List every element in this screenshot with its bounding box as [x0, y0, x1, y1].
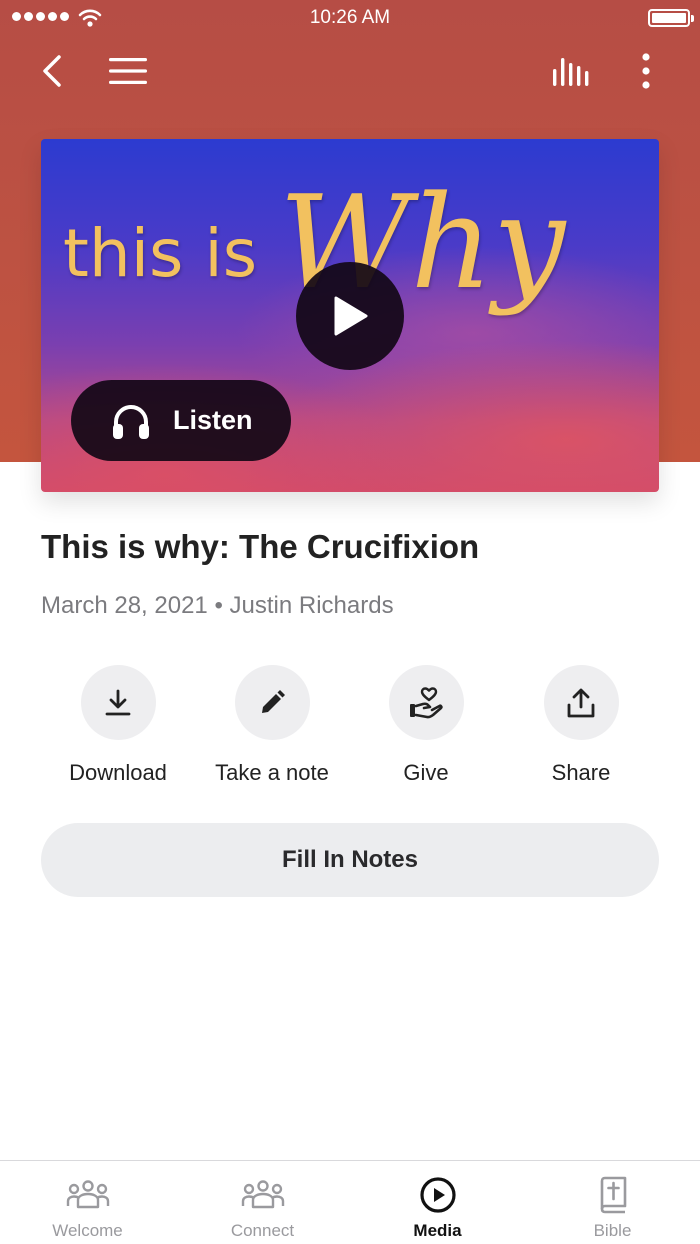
artwork-text-this-is: this is [63, 215, 258, 292]
sermon-title: This is why: The Crucifixion [41, 528, 480, 565]
give-heart-hand-icon [410, 686, 443, 718]
sermon-artwork[interactable]: this is Why Listen [41, 139, 659, 492]
tab-welcome-label: Welcome [52, 1221, 123, 1240]
tab-connect[interactable]: Connect [175, 1161, 350, 1244]
back-button[interactable] [30, 48, 74, 94]
download-button[interactable]: Download [41, 665, 195, 786]
battery-icon [648, 9, 694, 27]
fill-in-notes-button[interactable]: Fill In Notes [41, 823, 659, 897]
share-label: Share [551, 760, 611, 785]
hamburger-menu-icon [109, 58, 147, 84]
headphones-icon [113, 404, 149, 439]
share-button[interactable]: Share [504, 665, 658, 786]
listen-label: Listen [173, 405, 253, 435]
tab-bible-label: Bible [593, 1221, 632, 1240]
people-group-icon [66, 1180, 109, 1209]
give-circle[interactable] [388, 665, 464, 740]
play-button[interactable] [296, 262, 404, 370]
take-a-note-button[interactable]: Take a note [195, 665, 349, 786]
vertical-dots-icon [642, 53, 650, 89]
audio-levels-button[interactable] [548, 48, 596, 94]
listen-button[interactable]: Listen [71, 380, 291, 461]
download-label: Download [69, 760, 167, 785]
tab-connect-label: Connect [230, 1221, 295, 1240]
bible-book-icon [600, 1176, 626, 1214]
status-bar: 10:26 AM [0, 0, 700, 40]
sermon-date-speaker: March 28, 2021 • Justin Richards [41, 592, 394, 619]
give-button[interactable]: Give [349, 665, 503, 786]
menu-button[interactable] [104, 48, 152, 94]
more-options-button[interactable] [626, 48, 666, 94]
tab-media[interactable]: Media [350, 1161, 525, 1244]
tab-bible[interactable]: Bible [525, 1161, 700, 1244]
pencil-icon [262, 689, 285, 713]
people-group-icon [241, 1180, 284, 1209]
share-circle[interactable] [543, 665, 619, 740]
equalizer-bars-icon [553, 58, 589, 86]
tab-media-label: Media [413, 1221, 462, 1240]
play-icon [334, 296, 368, 336]
play-circle-icon [419, 1177, 456, 1213]
share-icon [567, 688, 595, 717]
take-a-note-label: Take a note [215, 760, 329, 785]
take-a-note-circle[interactable] [234, 665, 310, 740]
tab-welcome[interactable]: Welcome [0, 1161, 175, 1244]
status-time: 10:26 AM [309, 7, 391, 28]
download-icon [105, 689, 131, 715]
give-label: Give [403, 760, 449, 785]
tab-bar: Welcome Connect Media Bible [0, 1160, 700, 1244]
download-circle[interactable] [80, 665, 156, 740]
chevron-left-icon [43, 55, 61, 87]
